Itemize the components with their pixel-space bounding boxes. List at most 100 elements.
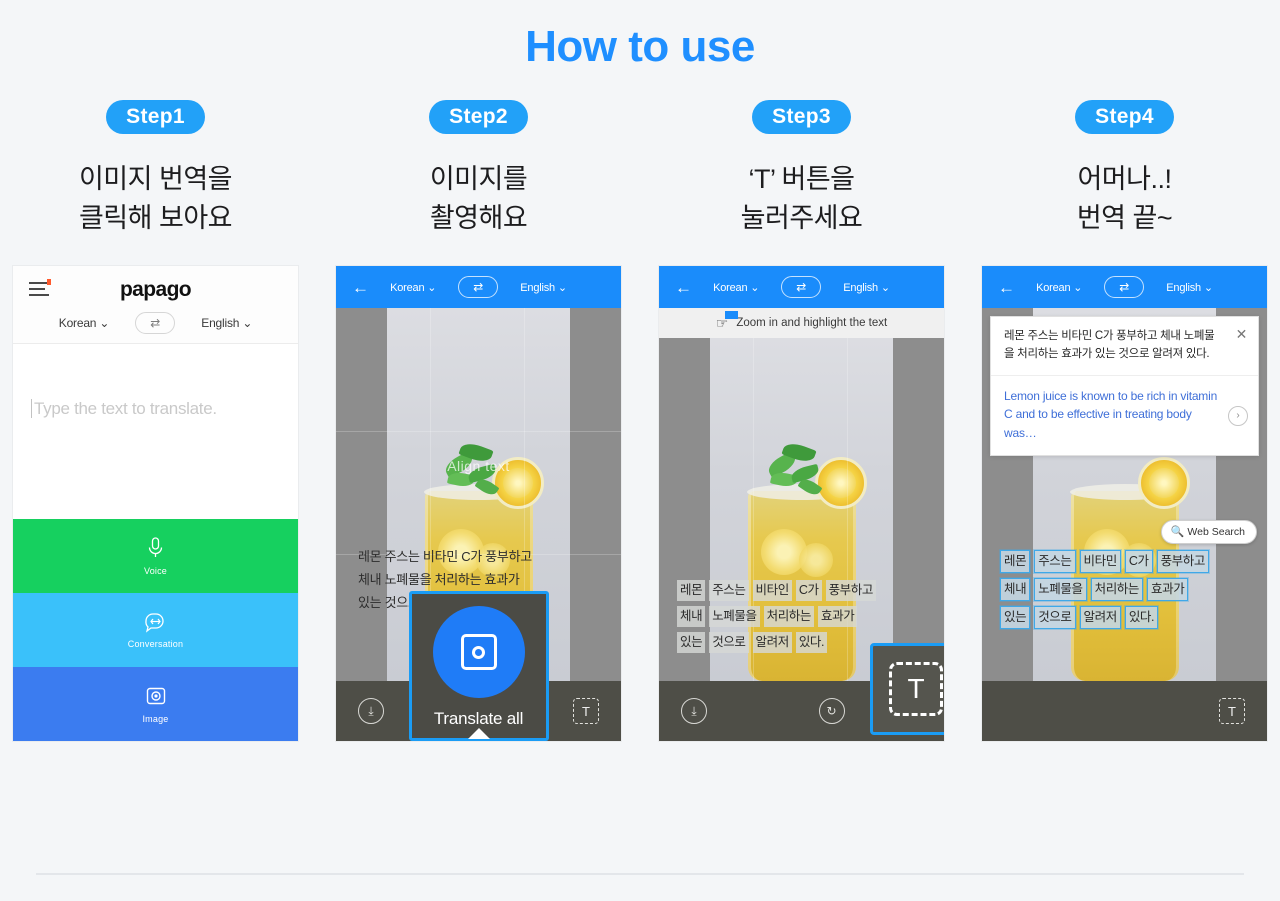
result-target-text-row: Lemon juice is known to be rich in vitam… <box>991 376 1258 456</box>
chevron-down-icon: ⌄ <box>99 316 110 330</box>
korean-word[interactable]: 알려저 <box>1079 605 1121 629</box>
web-search-label: Web Search <box>1187 525 1245 538</box>
phone-screenshot-step3: ← Korean ⌄ ⇄ English ⌄ ☞ Zoom in and hig… <box>659 266 944 741</box>
text-mode-icon[interactable]: T <box>889 662 943 716</box>
target-language-selector[interactable]: English ⌄ <box>520 281 567 294</box>
swap-languages-button[interactable]: ⇄ <box>1104 276 1145 298</box>
back-arrow-icon[interactable]: ← <box>998 279 1015 296</box>
next-arrow-icon[interactable]: › <box>1228 405 1248 426</box>
language-selector-row: Korean ⌄ ⇄ English ⌄ <box>13 312 298 334</box>
korean-word[interactable]: 있다. <box>1124 605 1159 629</box>
korean-word[interactable]: 것으로 <box>1034 605 1076 629</box>
hamburger-icon[interactable] <box>29 279 51 296</box>
highlighted-korean-words[interactable]: 레몬 주스는 비타민 C가 풍부하고 체내 노폐물을 처리하는 효과가 있는 것으로 알려저 있다. <box>1000 550 1255 634</box>
korean-word[interactable]: 효과가 <box>1147 577 1189 601</box>
target-language-label: English <box>1166 281 1201 294</box>
korean-word[interactable]: 비타인 <box>752 580 792 601</box>
source-language-label: Korean <box>1036 281 1071 294</box>
translate-input-area[interactable]: Type the text to translate. <box>13 344 298 519</box>
korean-word[interactable]: 알려저 <box>752 631 792 653</box>
result-target-text: Lemon juice is known to be rich in vitam… <box>1004 388 1218 440</box>
bottom-divider <box>36 873 1244 875</box>
korean-word[interactable]: 처리하는 <box>763 605 815 627</box>
rotate-icon[interactable]: ↻ <box>818 698 845 724</box>
source-language-label: Korean <box>58 316 97 330</box>
word-row: 레몬 주스는 비타민 C가 풍부하고 <box>1000 550 1255 573</box>
korean-word[interactable]: 있는 <box>1000 605 1031 629</box>
papago-logo: papago <box>119 278 192 301</box>
image-band-label: Image <box>142 714 169 724</box>
chevron-down-icon: ⌄ <box>1203 281 1213 294</box>
target-language-selector[interactable]: English ⌄ <box>201 316 252 330</box>
camera-viewfinder[interactable]: 레몬 주스는 비타민 C가 풍부하고 체내 노폐물을 처리하는 효과가 있는 것… <box>982 308 1267 681</box>
step-caption-1: 이미지 번역을 클릭해 보아요 <box>78 164 233 234</box>
korean-word[interactable]: 풍부하고 <box>1156 550 1209 573</box>
step-column-2: Step2 이미지를 촬영해요 ← Korean ⌄ ⇄ English ⌄ A… <box>336 100 621 741</box>
back-arrow-icon[interactable]: ← <box>352 279 369 296</box>
source-language-selector[interactable]: Korean ⌄ <box>1036 281 1082 294</box>
target-language-label: English <box>843 281 878 294</box>
korean-word[interactable]: 레몬 <box>1000 550 1031 573</box>
zoom-tip-bar: ☞ Zoom in and highlight the text <box>659 308 944 338</box>
korean-word[interactable]: 효과가 <box>818 605 858 627</box>
source-language-label: Korean <box>390 281 425 294</box>
camera-shutter-icon[interactable] <box>432 606 525 698</box>
step-badge-2: Step2 <box>429 100 528 134</box>
source-language-label: Korean <box>713 281 748 294</box>
web-search-button[interactable]: 🔍 Web Search <box>1160 520 1257 544</box>
korean-word[interactable]: 레몬 <box>677 580 706 601</box>
korean-word[interactable]: 것으로 <box>709 631 749 653</box>
korean-word[interactable]: C가 <box>1124 550 1153 573</box>
swap-languages-button[interactable]: ⇄ <box>135 312 176 334</box>
korean-word[interactable]: C가 <box>795 580 822 601</box>
text-mode-icon[interactable]: T <box>573 698 599 724</box>
save-icon[interactable]: ⤓ <box>681 698 707 724</box>
target-language-selector[interactable]: English ⌄ <box>843 281 890 294</box>
image-band-button[interactable]: Image <box>13 667 298 741</box>
align-text-hint: Align text <box>447 458 510 474</box>
target-language-label: English <box>201 316 240 330</box>
text-button-callout[interactable]: T <box>870 643 944 735</box>
korean-word[interactable]: 비타민 <box>1079 550 1121 573</box>
target-language-label: English <box>520 281 555 294</box>
source-language-selector[interactable]: Korean ⌄ <box>713 281 759 294</box>
lemon-slice-icon <box>1137 457 1190 509</box>
save-icon[interactable]: ⤓ <box>358 698 384 724</box>
zoom-tip-label: Zoom in and highlight the text <box>736 317 888 329</box>
korean-word[interactable]: 노폐물을 <box>1034 577 1087 601</box>
translation-result-card: 레몬 주스는 비타민 C가 풍부하고 체내 노폐물을 처리하는 효과가 있는 것… <box>990 316 1259 457</box>
korean-word[interactable]: 있다. <box>795 631 828 653</box>
swap-languages-button[interactable]: ⇄ <box>781 276 822 298</box>
voice-band-button[interactable]: Voice <box>13 519 298 593</box>
korean-word[interactable]: 체내 <box>677 605 706 627</box>
step-caption-2: 이미지를 촬영해요 <box>429 164 528 234</box>
korean-word[interactable]: 주스는 <box>709 580 749 601</box>
steps-container: Step1 이미지 번역을 클릭해 보아요 papago Korean ⌄ ⇄ <box>0 78 1280 741</box>
text-mode-icon[interactable]: T <box>1219 698 1245 724</box>
conversation-band-button[interactable]: Conversation <box>13 593 298 667</box>
camera-icon <box>146 687 165 705</box>
camera-header-bar: ← Korean ⌄ ⇄ English ⌄ <box>659 266 944 308</box>
step-badge-3: Step3 <box>752 100 851 134</box>
source-language-selector[interactable]: Korean ⌄ <box>390 281 436 294</box>
translate-all-callout[interactable]: Translate all <box>408 591 549 741</box>
korean-word[interactable]: 체내 <box>1000 577 1031 601</box>
step-badge-1: Step1 <box>106 100 205 134</box>
korean-word[interactable]: 주스는 <box>1034 550 1076 573</box>
korean-word[interactable]: 노폐물을 <box>709 605 760 627</box>
korean-word[interactable]: 풍부하고 <box>825 580 876 601</box>
chevron-down-icon: ⌄ <box>750 281 760 294</box>
close-icon[interactable]: ✕ <box>1236 327 1248 341</box>
translate-input-placeholder: Type the text to translate. <box>31 399 217 418</box>
mint-leaves <box>764 439 827 499</box>
source-language-selector[interactable]: Korean ⌄ <box>59 316 110 330</box>
word-row: 체내 노폐물을 처리하는 효과가 <box>1000 577 1255 601</box>
target-language-selector[interactable]: English ⌄ <box>1166 281 1213 294</box>
camera-viewfinder[interactable]: 레몬 주스는 비타인 C가 풍부하고 체내 노폐물을 처리하는 효과가 있는 것으로 알려저 있다. <box>659 338 944 681</box>
korean-word[interactable]: 처리하는 <box>1090 577 1144 601</box>
swap-languages-button[interactable]: ⇄ <box>458 276 499 298</box>
swap-icon: ⇄ <box>150 316 161 330</box>
korean-word[interactable]: 있는 <box>677 631 706 653</box>
chevron-down-icon: ⌄ <box>557 281 567 294</box>
back-arrow-icon[interactable]: ← <box>675 279 692 296</box>
